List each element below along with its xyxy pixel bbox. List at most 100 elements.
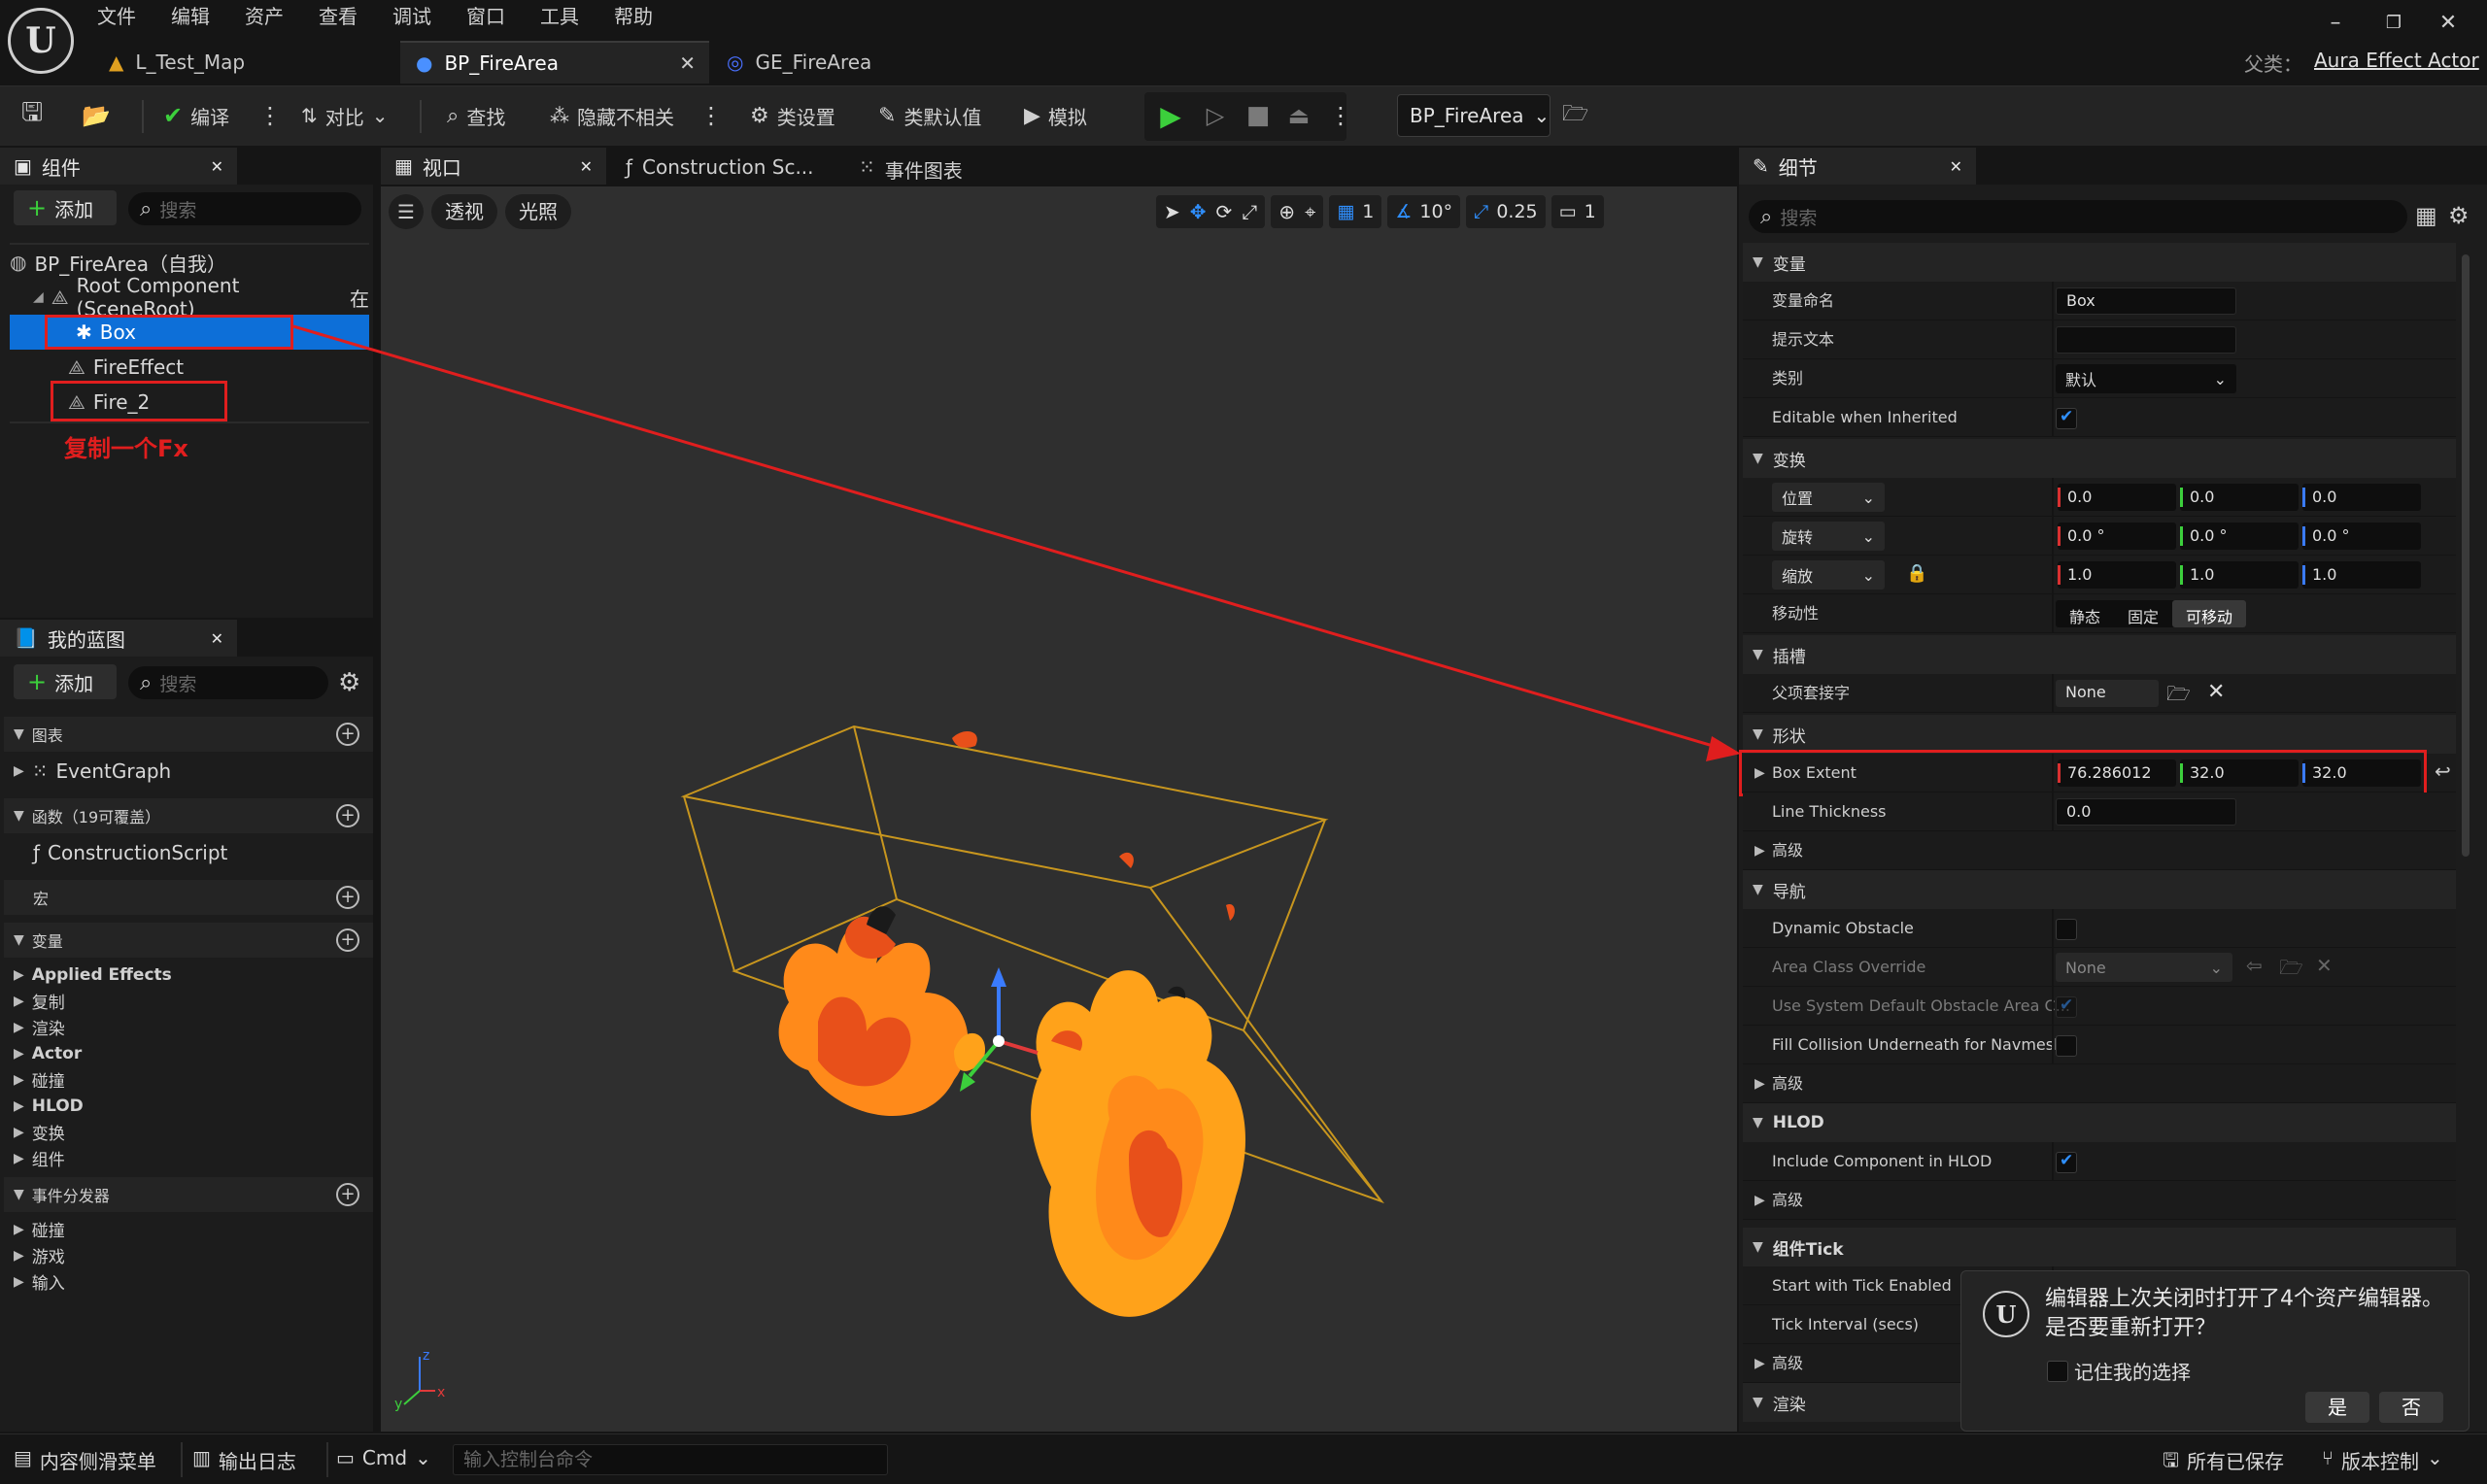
minimize-icon[interactable]: – <box>2316 8 2355 37</box>
simulate-button[interactable]: ▶ 模拟 <box>1024 96 1087 135</box>
class-defaults-button[interactable]: ✎ 类默认值 <box>878 96 981 135</box>
close-icon[interactable]: ✕ <box>211 157 223 176</box>
tab-viewport[interactable]: ▦ 视口 ✕ <box>381 148 606 185</box>
tree-item-fire-effect[interactable]: ⟁ FireEffect <box>68 350 369 385</box>
source-control-dropdown[interactable]: ⑂ 版本控制 ⌄ <box>2322 1446 2443 1474</box>
menu-view[interactable]: 查看 <box>319 0 358 33</box>
tree-root-component[interactable]: ◢ ⟁ Root Component (SceneRoot) 在 <box>33 274 369 320</box>
row-hlod-advanced[interactable]: ▶ 高级 <box>1743 1181 2456 1220</box>
location-z-input[interactable]: 0.0 <box>2302 484 2421 511</box>
diff-button[interactable]: ⇅ 对比 ⌄ <box>301 96 389 135</box>
var-category-actor[interactable]: ▶ Actor <box>4 1040 373 1066</box>
menu-help[interactable]: 帮助 <box>614 0 653 33</box>
add-variable-icon[interactable]: + <box>336 928 359 952</box>
output-log-button[interactable]: ▥ 输出日志 <box>192 1446 296 1474</box>
add-macro-icon[interactable]: + <box>336 886 359 909</box>
section-hlod[interactable]: ▼ HLOD <box>1743 1103 2456 1142</box>
section-variable[interactable]: ▼ 变量 <box>1743 243 2456 282</box>
my-blueprint-tab[interactable]: 📘 我的蓝图 ✕ <box>0 620 237 657</box>
menu-asset[interactable]: 资产 <box>245 0 284 33</box>
close-window-icon[interactable]: ✕ <box>2429 8 2468 37</box>
var-category-rendering[interactable]: ▶ 渲染 <box>4 1014 373 1040</box>
area-class-dropdown[interactable]: None ⌄ <box>2056 953 2232 982</box>
browse-socket-icon[interactable]: 🗁 <box>2166 680 2191 713</box>
scale-z-input[interactable]: 1.0 <box>2302 561 2421 589</box>
debug-browse-icon[interactable]: 🗁 <box>1562 96 1588 135</box>
find-button[interactable]: ⌕ 查找 <box>447 96 505 135</box>
add-function-icon[interactable]: + <box>336 804 359 827</box>
remember-choice[interactable]: 记住我的选择 <box>2047 1357 2191 1385</box>
add-graph-icon[interactable]: + <box>336 723 359 746</box>
mobility-stationary[interactable]: 固定 <box>2114 600 2172 627</box>
browse-icon[interactable]: 📂 <box>82 96 111 135</box>
all-saved-indicator[interactable]: 🖫 所有已保存 <box>2163 1446 2284 1479</box>
category-variables[interactable]: ▼ 变量 + <box>4 923 373 958</box>
lock-icon[interactable]: 🔒 <box>1906 563 1927 584</box>
class-settings-button[interactable]: ⚙ 类设置 <box>750 96 835 135</box>
mobility-static[interactable]: 静态 <box>2056 600 2114 627</box>
blueprint-search-input[interactable]: ⌕ 搜索 <box>128 666 328 699</box>
category-graphs[interactable]: ▼ 图表 + <box>4 717 373 752</box>
compile-button[interactable]: ✔ 编译 <box>163 96 229 135</box>
tooltip-input[interactable] <box>2056 326 2236 354</box>
scale-x-input[interactable]: 1.0 <box>2058 561 2176 589</box>
dispatcher-category-game[interactable]: ▶ 游戏 <box>4 1242 373 1268</box>
var-category-components[interactable]: ▶ 组件 <box>4 1145 373 1171</box>
gear-icon[interactable]: ⚙ <box>338 668 360 697</box>
category-event-dispatchers[interactable]: ▼ 事件分发器 + <box>4 1177 373 1212</box>
menu-debug[interactable]: 调试 <box>392 0 431 33</box>
category-dropdown[interactable]: 默认 ⌄ <box>2056 364 2236 393</box>
add-dispatcher-icon[interactable]: + <box>336 1183 359 1206</box>
yes-button[interactable]: 是 <box>2305 1392 2369 1423</box>
hide-unrelated-button[interactable]: ⁂ 隐藏不相关 <box>550 96 674 135</box>
components-tab[interactable]: ▣ 组件 ✕ <box>0 148 237 185</box>
remember-choice-checkbox[interactable] <box>2047 1360 2068 1382</box>
details-tab[interactable]: ✎ 细节 ✕ <box>1739 148 1976 185</box>
editable-when-inherited-checkbox[interactable] <box>2056 407 2077 429</box>
mobility-movable[interactable]: 可移动 <box>2172 600 2247 627</box>
close-icon[interactable]: ✕ <box>211 629 223 648</box>
scale-mode-dropdown[interactable]: 缩放 ⌄ <box>1772 560 1885 590</box>
unreal-logo-icon[interactable]: U <box>8 8 74 74</box>
parent-class-link[interactable]: Aura Effect Actor <box>2314 49 2479 72</box>
var-category-applied-effects[interactable]: ▶ Applied Effects <box>4 961 373 988</box>
menu-file[interactable]: 文件 <box>97 0 136 33</box>
use-selected-icon[interactable]: ⇦ <box>2246 954 2263 977</box>
scale-y-input[interactable]: 1.0 <box>2180 561 2299 589</box>
section-socket[interactable]: ▼ 插槽 <box>1743 635 2456 674</box>
play-icon[interactable]: ▶ <box>1154 96 1187 135</box>
menu-tools[interactable]: 工具 <box>540 0 579 33</box>
browse-icon[interactable]: 🗁 <box>2279 954 2303 987</box>
eject-icon[interactable]: ⏏ <box>1282 96 1315 135</box>
rotation-z-input[interactable]: 0.0 ° <box>2302 523 2421 550</box>
close-icon[interactable]: ✕ <box>580 157 593 176</box>
stop-icon[interactable]: ■ <box>1242 96 1275 135</box>
fill-collision-checkbox[interactable] <box>2056 1035 2077 1057</box>
no-button[interactable]: 否 <box>2379 1392 2443 1423</box>
add-component-button[interactable]: + 添加 <box>14 190 117 225</box>
var-category-collision[interactable]: ▶ 碰撞 <box>4 1066 373 1093</box>
location-y-input[interactable]: 0.0 <box>2180 484 2299 511</box>
dynamic-obstacle-checkbox[interactable] <box>2056 919 2077 940</box>
rotation-mode-dropdown[interactable]: 旋转 ⌄ <box>1772 522 1885 551</box>
section-shape[interactable]: ▼ 形状 <box>1743 715 2456 754</box>
var-category-hlod[interactable]: ▶ HLOD <box>4 1093 373 1119</box>
dispatcher-category-collision[interactable]: ▶ 碰撞 <box>4 1216 373 1242</box>
item-event-graph[interactable]: ▶ ⁙ EventGraph <box>14 754 373 789</box>
use-system-default-checkbox[interactable] <box>2056 995 2077 1018</box>
restore-icon[interactable]: ❐ <box>2374 8 2413 37</box>
section-component-tick[interactable]: ▼ 组件Tick <box>1743 1228 2456 1266</box>
row-shape-advanced[interactable]: ▶ 高级 <box>1743 831 2456 870</box>
cmd-dropdown[interactable]: ▭ Cmd ⌄ <box>336 1446 431 1469</box>
section-transform[interactable]: ▼ 变换 <box>1743 439 2456 478</box>
close-icon[interactable]: ✕ <box>1950 157 1962 176</box>
add-member-button[interactable]: + 添加 <box>14 664 117 699</box>
property-matrix-icon[interactable]: ▦ <box>2415 202 2437 229</box>
row-navigation-advanced[interactable]: ▶ 高级 <box>1743 1064 2456 1103</box>
content-drawer-button[interactable]: ▤ 内容侧滑菜单 <box>14 1446 156 1474</box>
tab-l-test-map[interactable]: ▲ L_Test_Map <box>93 41 394 84</box>
clear-icon[interactable]: ✕ <box>2316 954 2333 977</box>
dispatcher-category-input[interactable]: ▶ 输入 <box>4 1268 373 1295</box>
category-macros[interactable]: 宏 + <box>4 880 373 915</box>
var-category-replication[interactable]: ▶ 复制 <box>4 988 373 1014</box>
